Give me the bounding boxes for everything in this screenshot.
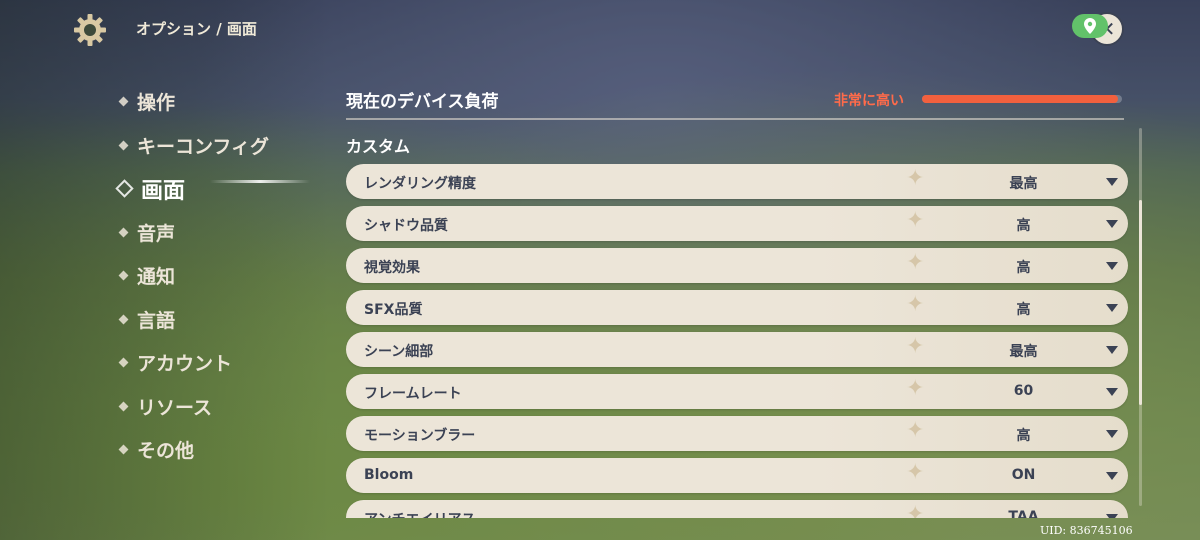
- nav-item-controls[interactable]: 操作: [116, 80, 336, 124]
- nav-item-resources[interactable]: リソース: [116, 385, 336, 429]
- chevron-down-icon[interactable]: [1106, 472, 1118, 480]
- nav-item-label: キーコンフィグ: [137, 135, 270, 158]
- setting-scene-detail[interactable]: シーン細部 ✦ 最高: [346, 332, 1128, 367]
- setting-value: TAA: [1008, 509, 1039, 518]
- setting-value: 60: [1013, 383, 1034, 399]
- setting-value: 最高: [1009, 176, 1038, 192]
- nav-item-label: 音声: [137, 222, 176, 245]
- setting-value: 高: [1016, 218, 1031, 234]
- setting-render-resolution[interactable]: レンダリング精度 ✦ 最高: [346, 164, 1128, 199]
- nav-item-label: リソース: [137, 396, 213, 419]
- nav-item-notifications[interactable]: 通知: [116, 254, 336, 298]
- nav-item-audio[interactable]: 音声: [116, 211, 336, 255]
- sparkle-decoration-icon: ✦: [906, 418, 925, 443]
- nav-item-language[interactable]: 言語: [116, 298, 336, 342]
- nav-item-label: その他: [137, 440, 195, 463]
- chevron-down-icon[interactable]: [1106, 178, 1118, 186]
- nav-item-other[interactable]: その他: [116, 428, 336, 472]
- setting-label: フレームレート: [364, 386, 462, 402]
- setting-label: シーン細部: [364, 344, 434, 360]
- device-load-value: 非常に高い: [834, 93, 904, 109]
- sparkle-decoration-icon: ✦: [906, 376, 925, 401]
- section-title-custom: カスタム: [346, 137, 411, 156]
- chevron-down-icon[interactable]: [1106, 304, 1118, 312]
- setting-sfx-quality[interactable]: SFX品質 ✦ 高: [346, 290, 1128, 325]
- setting-label: Bloom: [364, 467, 414, 483]
- sparkle-decoration-icon: ✦: [906, 250, 925, 275]
- graphics-settings-list[interactable]: レンダリング精度 ✦ 最高 シャドウ品質 ✦ 高 視覚効果 ✦ 高 SFX品質 …: [346, 164, 1128, 518]
- sparkle-decoration-icon: ✦: [906, 208, 925, 233]
- active-nav-indicator: [210, 180, 310, 183]
- device-load-title: 現在のデバイス負荷: [346, 92, 499, 112]
- chevron-down-icon[interactable]: [1106, 262, 1118, 270]
- setting-label: レンダリング精度: [364, 176, 476, 192]
- chevron-down-icon[interactable]: [1106, 430, 1118, 438]
- setting-label: アンチエイリアス: [364, 509, 475, 518]
- bullet-icon: [118, 444, 129, 455]
- scrollbar-thumb[interactable]: [1139, 200, 1142, 405]
- nav-item-label: 言語: [137, 309, 176, 332]
- chevron-down-icon[interactable]: [1106, 388, 1118, 396]
- setting-shadow-quality[interactable]: シャドウ品質 ✦ 高: [346, 206, 1128, 241]
- bullet-icon: [118, 401, 129, 412]
- device-load-bar: [922, 95, 1122, 103]
- location-pin-button[interactable]: [1072, 14, 1108, 38]
- setting-value: 高: [1016, 302, 1031, 318]
- nav-item-label: 画面: [141, 178, 186, 204]
- bullet-icon: [118, 227, 129, 238]
- setting-bloom[interactable]: Bloom ✦ ON: [346, 458, 1128, 493]
- setting-visual-effects[interactable]: 視覚効果 ✦ 高: [346, 248, 1128, 283]
- nav-item-label: 通知: [137, 266, 176, 289]
- gear-icon: [72, 12, 108, 48]
- setting-value: ON: [1011, 467, 1036, 483]
- sparkle-decoration-icon: ✦: [906, 460, 925, 485]
- top-right-controls: ✕: [1072, 10, 1128, 50]
- options-nav: 操作 キーコンフィグ 画面 音声 通知 言語 アカウント リソース その他: [115, 80, 336, 472]
- bullet-icon: [115, 179, 134, 198]
- location-pin-icon: [1084, 18, 1096, 34]
- nav-item-graphics[interactable]: 画面: [115, 167, 336, 211]
- setting-label: シャドウ品質: [364, 218, 448, 234]
- bullet-icon: [118, 357, 129, 368]
- bullet-icon: [118, 96, 129, 107]
- setting-label: 視覚効果: [364, 260, 420, 276]
- device-load-bar-fill: [922, 95, 1118, 103]
- sparkle-decoration-icon: ✦: [906, 166, 925, 191]
- setting-value: 最高: [1009, 344, 1038, 360]
- chevron-down-icon[interactable]: [1106, 514, 1118, 518]
- chevron-down-icon[interactable]: [1106, 346, 1118, 354]
- setting-motion-blur[interactable]: モーションブラー ✦ 高: [346, 416, 1128, 451]
- sparkle-decoration-icon: ✦: [906, 292, 925, 317]
- sparkle-decoration-icon: ✦: [906, 502, 925, 519]
- breadcrumb: オプション / 画面: [136, 20, 257, 38]
- chevron-down-icon[interactable]: [1106, 220, 1118, 228]
- nav-item-account[interactable]: アカウント: [116, 341, 336, 385]
- bullet-icon: [118, 140, 129, 151]
- nav-item-label: アカウント: [137, 353, 233, 376]
- setting-frame-rate[interactable]: フレームレート ✦ 60: [346, 374, 1128, 409]
- setting-value: 高: [1016, 428, 1031, 444]
- setting-value: 高: [1016, 260, 1031, 276]
- setting-label: モーションブラー: [364, 428, 476, 444]
- nav-item-key-config[interactable]: キーコンフィグ: [116, 124, 336, 168]
- setting-anti-aliasing[interactable]: アンチエイリアス ✦ TAA: [346, 500, 1128, 518]
- setting-label: SFX品質: [364, 302, 423, 318]
- bullet-icon: [118, 314, 129, 325]
- divider: [346, 118, 1124, 120]
- uid-label: UID: 836745106: [1040, 524, 1133, 537]
- sparkle-decoration-icon: ✦: [906, 334, 925, 359]
- nav-item-label: 操作: [137, 92, 176, 115]
- bullet-icon: [118, 270, 129, 281]
